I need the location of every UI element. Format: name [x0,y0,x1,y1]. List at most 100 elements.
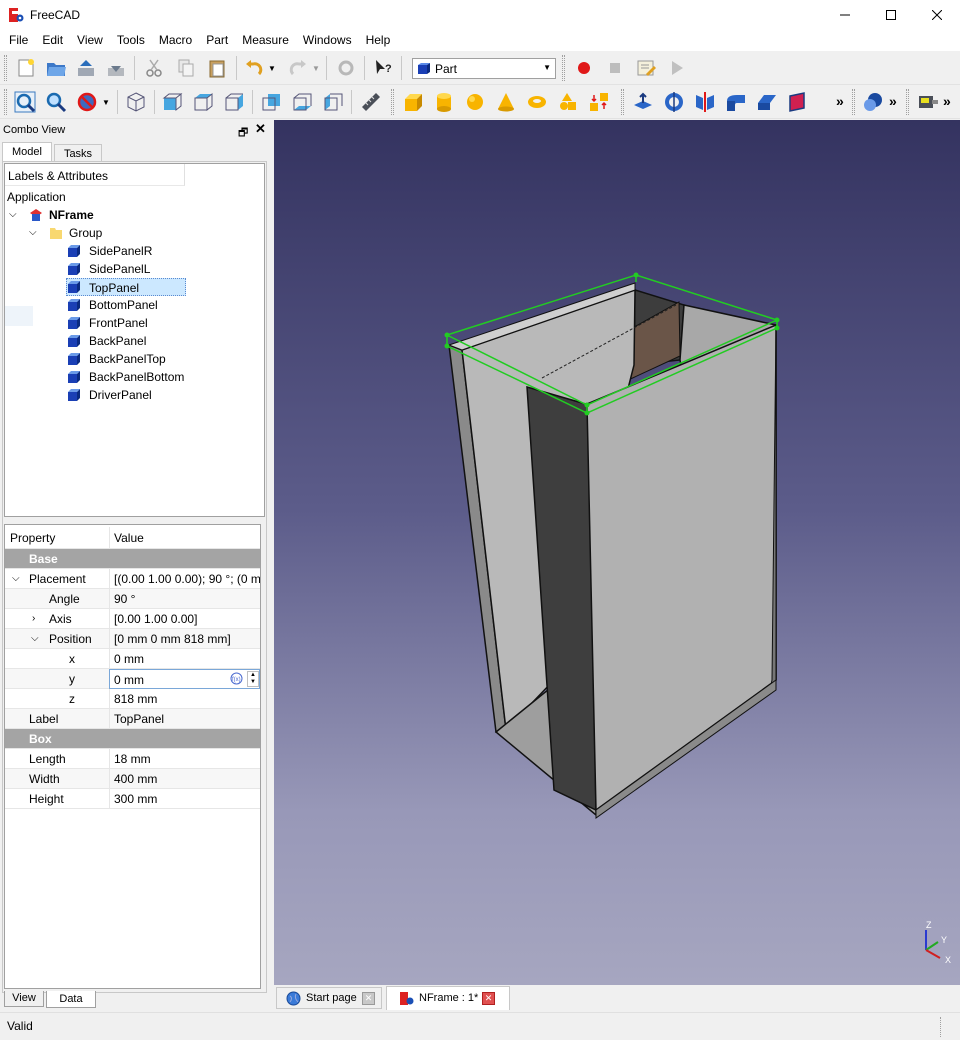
undo-button[interactable] [242,56,266,80]
spin-buttons[interactable]: ▲ ▼ [247,671,259,687]
prop-width-value[interactable]: 400 mm [109,769,260,789]
prop-position[interactable]: ⌵ Position [0 mm 0 mm 818 mm] [5,629,260,649]
paste-button[interactable] [205,56,229,80]
toolbar-overflow-1[interactable]: » [836,93,844,109]
redo-button[interactable] [286,56,310,80]
tree-group[interactable]: Group [69,224,102,242]
tree-item-bottompanel[interactable]: BottomPanel [89,296,158,314]
undo-dropdown[interactable]: ▼ [266,56,278,80]
toolbar-overflow-3[interactable]: » [943,93,951,109]
view-bottom-button[interactable] [290,90,314,114]
part-cylinder-button[interactable] [432,90,456,114]
minimize-button[interactable] [822,0,868,30]
part-torus-button[interactable] [525,90,549,114]
boolean-button[interactable] [861,90,885,114]
prop-placement[interactable]: ⌵ Placement [(0.00 1.00 0.00); 90 °; (0 … [5,569,260,589]
macro-run-button[interactable] [665,56,689,80]
maximize-button[interactable] [868,0,914,30]
draw-style-dropdown[interactable]: ▼ [100,90,112,114]
tree-item-sidepanelr[interactable]: SidePanelR [89,242,152,260]
prop-height-value[interactable]: 300 mm [109,789,260,809]
macro-edit-button[interactable] [634,56,658,80]
tab-model[interactable]: Model [2,142,52,163]
menu-macro[interactable]: Macro [152,30,199,51]
prop-placement-value[interactable]: [(0.00 1.00 0.00); 90 °; (0 m... [109,569,260,589]
prop-y-input[interactable]: 0 mm f(x) ▲ ▼ [109,669,260,689]
prop-y[interactable]: y 0 mm f(x) ▲ ▼ [5,669,260,689]
tree-item-frontpanel[interactable]: FrontPanel [89,314,148,332]
fillet-button[interactable] [724,90,748,114]
tree-item-sidepanell[interactable]: SidePanelL [89,260,150,278]
menu-tools[interactable]: Tools [110,30,152,51]
prop-angle[interactable]: Angle 90 ° [5,589,260,609]
refresh-button[interactable] [334,56,358,80]
save-button[interactable] [74,56,98,80]
prop-angle-value[interactable]: 90 ° [109,589,260,609]
prop-z[interactable]: z 818 mm [5,689,260,709]
prop-length-value[interactable]: 18 mm [109,749,260,769]
draw-style-button[interactable] [75,90,99,114]
redo-dropdown[interactable]: ▼ [310,56,322,80]
part-box-button[interactable] [401,90,425,114]
toolbar-overflow-2[interactable]: » [889,93,897,109]
new-document-button[interactable] [14,56,38,80]
view-right-button[interactable] [222,90,246,114]
prop-position-value[interactable]: [0 mm 0 mm 818 mm] [109,629,260,649]
open-button[interactable] [44,56,68,80]
3d-viewport[interactable]: Z Y X [274,120,960,985]
macro-record-button[interactable] [572,56,596,80]
fit-selection-button[interactable] [44,90,68,114]
view-left-button[interactable] [321,90,345,114]
tab-view[interactable]: View [4,991,44,1007]
expand-nframe-icon[interactable]: ⌵ [9,206,17,224]
close-button[interactable] [914,0,960,30]
menu-help[interactable]: Help [359,30,398,51]
menu-windows[interactable]: Windows [296,30,359,51]
expand-group-icon[interactable]: ⌵ [29,224,37,242]
prop-length[interactable]: Length 18 mm [5,749,260,769]
prop-label[interactable]: Label TopPanel [5,709,260,729]
measure-distance-button[interactable] [359,90,383,114]
macro-stop-button[interactable] [603,56,627,80]
extrude-button[interactable] [631,90,655,114]
mirror-button[interactable] [693,90,717,114]
prop-axis[interactable]: › Axis [0.00 1.00 0.00] [5,609,260,629]
menu-view[interactable]: View [70,30,110,51]
tree-item-backpaneltop[interactable]: BackPanelTop [89,350,166,368]
make-face-button[interactable] [786,90,810,114]
view-rear-button[interactable] [259,90,283,114]
tree-item-backpanelbottom[interactable]: BackPanelBottom [89,368,184,386]
chevron-right-icon[interactable]: › [32,609,35,629]
save-as-button[interactable] [104,56,128,80]
revolve-button[interactable] [662,90,686,114]
close-tab-icon[interactable]: ✕ [362,992,375,1005]
chevron-down-icon[interactable]: ⌵ [31,629,39,649]
part-sphere-button[interactable] [463,90,487,114]
chevron-down-icon[interactable]: ⌵ [12,569,20,589]
tree-document-nframe[interactable]: NFrame [49,206,94,224]
view-top-button[interactable] [191,90,215,114]
part-cone-button[interactable] [494,90,518,114]
prop-z-value[interactable]: 818 mm [109,689,260,709]
menu-edit[interactable]: Edit [35,30,70,51]
chamfer-button[interactable] [755,90,779,114]
float-panel-icon[interactable]: 🗗 [238,124,248,143]
prop-height[interactable]: Height 300 mm [5,789,260,809]
menu-measure[interactable]: Measure [235,30,296,51]
expression-icon[interactable]: f(x) [230,672,243,685]
tree-item-backpanel[interactable]: BackPanel [89,332,146,350]
prop-x-value[interactable]: 0 mm [109,649,260,669]
prop-x[interactable]: x 0 mm [5,649,260,669]
tree-item-driverpanel[interactable]: DriverPanel [89,386,152,404]
tab-data[interactable]: Data [46,991,96,1008]
tab-start-page[interactable]: Start page ✕ [276,987,382,1009]
resize-grip[interactable] [940,1017,943,1037]
tree-item-toppanel-selected[interactable]: TopPanel [66,278,186,296]
tab-tasks[interactable]: Tasks [54,144,102,162]
prop-axis-value[interactable]: [0.00 1.00 0.00] [109,609,260,629]
cut-button[interactable] [142,56,166,80]
3d-model[interactable] [274,120,960,985]
close-panel-icon[interactable]: ✕ [255,121,266,137]
tab-nframe[interactable]: NFrame : 1* ✕ [386,986,510,1010]
prop-label-value[interactable]: TopPanel [109,709,260,729]
